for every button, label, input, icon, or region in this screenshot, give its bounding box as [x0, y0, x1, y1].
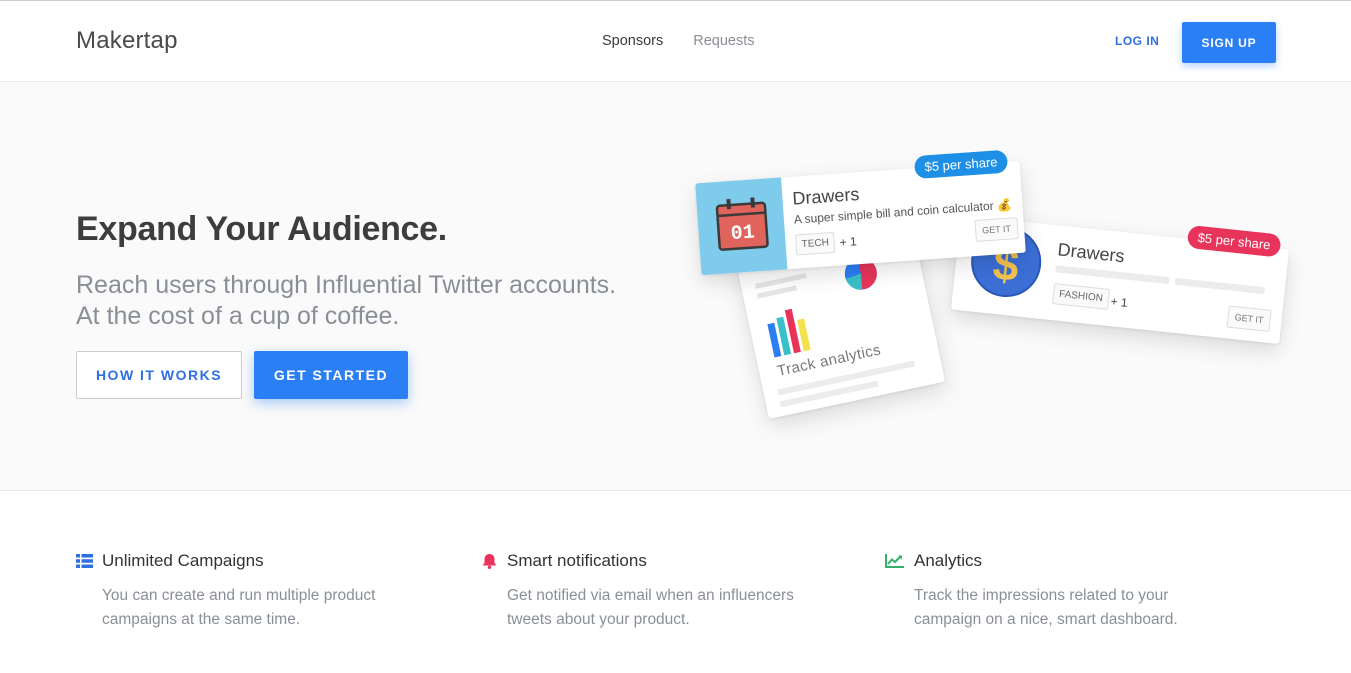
nav-requests-link[interactable]: Requests	[693, 33, 754, 49]
calendar-day: 01	[730, 221, 756, 247]
get-started-button[interactable]: GET STARTED	[254, 351, 408, 399]
main-nav: Sponsors Requests	[602, 33, 755, 49]
tag-count: + 1	[839, 234, 858, 250]
how-it-works-button[interactable]: HOW IT WORKS	[76, 351, 242, 399]
bell-icon	[482, 554, 497, 569]
hero-illustration: Track analytics $ Drawers FASHION + 1 GE…	[680, 122, 1300, 462]
feature-title: Smart notifications	[507, 551, 647, 570]
features-section: Unlimited Campaigns You can create and r…	[0, 490, 1351, 673]
hero-subtitle-line1: Reach users through Influential Twitter …	[76, 271, 617, 299]
category-tag: FASHION	[1052, 283, 1110, 310]
feature-description: Get notified via email when an influence…	[507, 587, 794, 628]
tag-count: + 1	[1109, 294, 1129, 310]
feature-description: You can create and run multiple product …	[102, 587, 376, 628]
price-badge: $5 per share	[1186, 224, 1282, 258]
feature-title: Analytics	[914, 551, 983, 570]
calendar-thumbnail: 01	[695, 177, 788, 276]
line-chart-icon	[885, 554, 904, 568]
hero-subtitle: Reach users through Influential Twitter …	[76, 270, 676, 332]
login-link[interactable]: LOG IN	[1115, 34, 1159, 48]
placeholder-line	[1055, 265, 1170, 285]
nav-sponsors-link[interactable]: Sponsors	[602, 33, 663, 49]
product-title: Drawers	[1056, 239, 1126, 267]
list-icon	[76, 554, 93, 568]
hero-title: Expand Your Audience.	[76, 210, 447, 248]
category-tag: TECH	[794, 231, 836, 256]
top-navbar: Makertap Sponsors Requests LOG IN SIGN U…	[0, 0, 1351, 82]
placeholder-line	[1174, 277, 1265, 295]
hero-section: Expand Your Audience. Reach users throug…	[0, 82, 1351, 490]
signup-button[interactable]: SIGN UP	[1182, 22, 1276, 63]
price-badge: $5 per share	[913, 149, 1009, 180]
feature-title: Unlimited Campaigns	[102, 551, 264, 570]
brand-logo[interactable]: Makertap	[76, 27, 178, 55]
product-title: Drawers	[791, 184, 861, 209]
hero-subtitle-line2: At the cost of a cup of coffee.	[76, 302, 400, 330]
get-it-button[interactable]: GET IT	[1226, 305, 1272, 332]
get-it-button[interactable]: GET IT	[974, 217, 1019, 243]
feature-description: Track the impressions related to your ca…	[914, 587, 1178, 628]
